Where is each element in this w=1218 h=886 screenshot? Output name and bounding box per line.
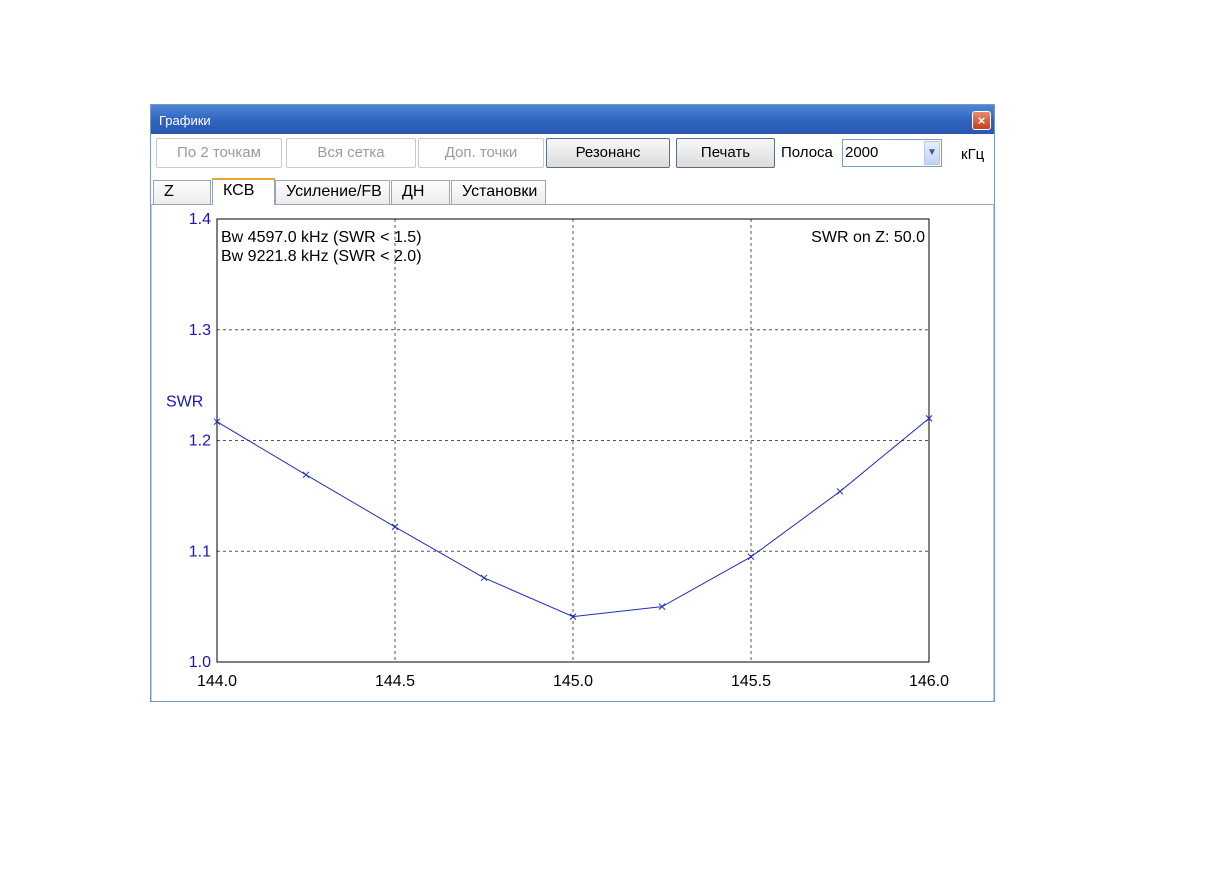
graphs-window: Графики × По 2 точкам Вся сетка Доп. точ… bbox=[150, 104, 995, 702]
two-points-button[interactable]: По 2 точкам bbox=[156, 138, 282, 168]
title-bar[interactable]: Графики × bbox=[151, 105, 994, 134]
tab-strip: Z КСВ Усиление/FB ДН Установки bbox=[151, 178, 994, 205]
resonance-button[interactable]: Резонанс bbox=[546, 138, 670, 168]
swr-data-point bbox=[302, 471, 310, 479]
band-value: 2000 bbox=[845, 144, 879, 161]
window-title: Графики bbox=[159, 113, 211, 128]
x-tick-label: 145.5 bbox=[731, 673, 771, 690]
y-tick-label: 1.4 bbox=[189, 211, 211, 228]
print-button[interactable]: Печать bbox=[676, 138, 775, 168]
y-axis-label: SWR bbox=[166, 394, 203, 411]
tab-pattern[interactable]: ДН bbox=[391, 180, 450, 204]
x-tick-label: 145.0 bbox=[553, 673, 593, 690]
x-tick-label: 144.5 bbox=[375, 673, 415, 690]
bandwidth-annotation-2-0: Bw 9221.8 kHz (SWR < 2.0) bbox=[221, 248, 422, 265]
tab-gain-fb[interactable]: Усиление/FB bbox=[275, 180, 390, 204]
band-label: Полоса bbox=[781, 144, 833, 161]
tab-settings[interactable]: Установки bbox=[451, 180, 546, 204]
extra-points-button[interactable]: Доп. точки bbox=[418, 138, 544, 168]
close-icon: × bbox=[977, 113, 986, 128]
x-tick-label: 144.0 bbox=[197, 673, 237, 690]
y-tick-label: 1.0 bbox=[189, 654, 211, 671]
y-tick-label: 1.2 bbox=[189, 433, 211, 450]
band-select[interactable]: 2000 ▼ bbox=[842, 139, 942, 167]
swr-chart-panel: 144.0 144.5 145.0 145.5 146.0 1.0 1.1 1.2 1.3 1.4… bbox=[151, 204, 994, 701]
tab-swr[interactable]: КСВ bbox=[212, 178, 275, 205]
toolbar: По 2 точкам Вся сетка Доп. точки Резонан… bbox=[151, 134, 994, 178]
swr-data-point bbox=[480, 574, 488, 582]
swr-data-point bbox=[836, 488, 844, 495]
swr-data-point bbox=[747, 553, 755, 561]
band-unit-label: кГц bbox=[961, 146, 985, 163]
chevron-down-icon[interactable]: ▼ bbox=[924, 141, 940, 165]
y-tick-label: 1.3 bbox=[189, 322, 211, 339]
x-tick-label: 146.0 bbox=[909, 673, 949, 690]
close-button[interactable]: × bbox=[972, 111, 991, 130]
bandwidth-annotation-1-5: Bw 4597.0 kHz (SWR < 1.5) bbox=[221, 229, 422, 246]
swr-data-point bbox=[391, 523, 399, 531]
full-grid-button[interactable]: Вся сетка bbox=[286, 138, 416, 168]
swr-chart: 144.0 144.5 145.0 145.5 146.0 1.0 1.1 1.2 1.3 1.4… bbox=[166, 211, 949, 690]
tab-z[interactable]: Z bbox=[153, 180, 211, 204]
y-tick-label: 1.1 bbox=[189, 543, 211, 560]
swr-on-z-annotation: SWR on Z: 50.0 bbox=[811, 229, 925, 246]
